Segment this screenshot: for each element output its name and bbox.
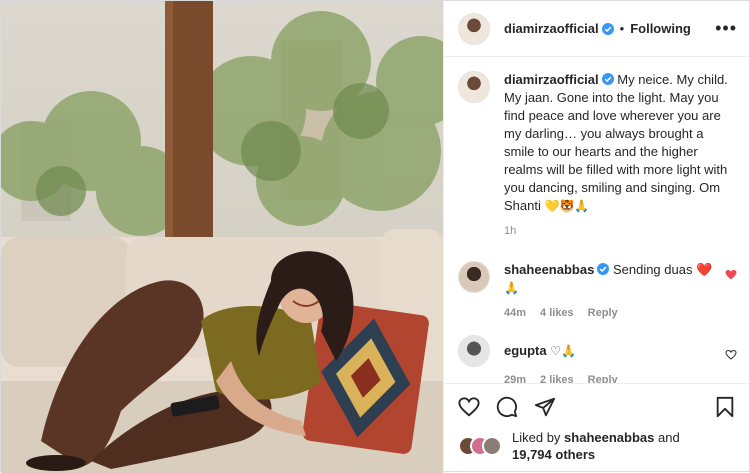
commenter-avatar[interactable] bbox=[458, 261, 490, 293]
liker-avatar bbox=[482, 436, 502, 456]
photo-illustration bbox=[1, 1, 443, 473]
comment-age[interactable]: 44m bbox=[504, 307, 526, 319]
post-photo[interactable] bbox=[1, 1, 443, 473]
comment-likes[interactable]: 2 likes bbox=[540, 374, 574, 383]
likes-summary: Liked by shaheenabbas and 19,794 others bbox=[444, 429, 749, 473]
following-button[interactable]: Following bbox=[630, 21, 691, 36]
comment-like-heart-icon[interactable] bbox=[725, 349, 737, 361]
comment-text: egupta ♡🙏 bbox=[504, 335, 717, 360]
liked-by-text: Liked by shaheenabbas and 19,794 others bbox=[512, 429, 680, 463]
comment-emoji-line: 🙏 bbox=[504, 281, 519, 295]
liked-by-others[interactable]: 19,794 others bbox=[512, 447, 595, 462]
instagram-post: diamirzaofficial • Following ••• diamirz… bbox=[0, 0, 750, 473]
post-timestamp[interactable]: 1h bbox=[504, 225, 735, 237]
comment-text: shaheenabbas Sending duas ❤️ 🙏 bbox=[504, 261, 717, 297]
comment-meta: 29m 2 likes Reply bbox=[504, 374, 717, 383]
bookmark-icon[interactable] bbox=[715, 396, 735, 418]
author-username[interactable]: diamirzaofficial bbox=[504, 21, 599, 36]
comment-meta: 44m 4 likes Reply bbox=[504, 307, 717, 319]
author-avatar[interactable] bbox=[458, 12, 490, 45]
comment-item: egupta ♡🙏 29m 2 likes Reply bbox=[458, 335, 737, 383]
caption-body: My neice. My child. My jaan. Gone into t… bbox=[504, 72, 728, 213]
heart-icon[interactable] bbox=[458, 396, 480, 418]
share-icon[interactable] bbox=[534, 396, 556, 418]
reply-button[interactable]: Reply bbox=[588, 307, 618, 319]
commenter-username[interactable]: egupta bbox=[504, 343, 547, 358]
liker-avatars[interactable] bbox=[458, 436, 502, 456]
verified-badge-icon bbox=[601, 22, 614, 35]
verified-badge-icon bbox=[601, 73, 614, 85]
commenter-avatar[interactable] bbox=[458, 335, 490, 367]
comment-item: shaheenabbas Sending duas ❤️ 🙏 44m 4 lik… bbox=[458, 261, 737, 319]
liked-by-prefix: Liked by bbox=[512, 430, 561, 445]
post-header: diamirzaofficial • Following ••• bbox=[444, 1, 749, 57]
post-sidebar: diamirzaofficial • Following ••• diamirz… bbox=[443, 1, 749, 473]
caption-emojis: 💛🐯🙏 bbox=[544, 199, 590, 213]
reply-button[interactable]: Reply bbox=[588, 374, 618, 383]
comment-body: ♡🙏 bbox=[550, 344, 576, 358]
comment-likes[interactable]: 4 likes bbox=[540, 307, 574, 319]
post-actions bbox=[444, 383, 749, 429]
caption-text: diamirzaofficial My neice. My child. My … bbox=[504, 71, 735, 215]
caption-avatar[interactable] bbox=[458, 71, 490, 103]
liked-by-user[interactable]: shaheenabbas bbox=[564, 430, 654, 445]
comment-liked-heart-icon[interactable] bbox=[725, 269, 737, 281]
more-options-icon[interactable]: ••• bbox=[715, 18, 737, 39]
header-separator: • bbox=[619, 21, 625, 36]
caption-username[interactable]: diamirzaofficial bbox=[504, 72, 599, 87]
comment-icon[interactable] bbox=[496, 396, 518, 418]
liked-by-and: and bbox=[658, 430, 680, 445]
commenter-username[interactable]: shaheenabbas bbox=[504, 262, 594, 277]
comment-age[interactable]: 29m bbox=[504, 374, 526, 383]
verified-badge-icon bbox=[597, 263, 610, 275]
caption-block: diamirzaofficial My neice. My child. My … bbox=[458, 71, 735, 237]
comments-area: diamirzaofficial My neice. My child. My … bbox=[444, 57, 749, 383]
comment-body: Sending duas ❤️ bbox=[612, 262, 713, 277]
